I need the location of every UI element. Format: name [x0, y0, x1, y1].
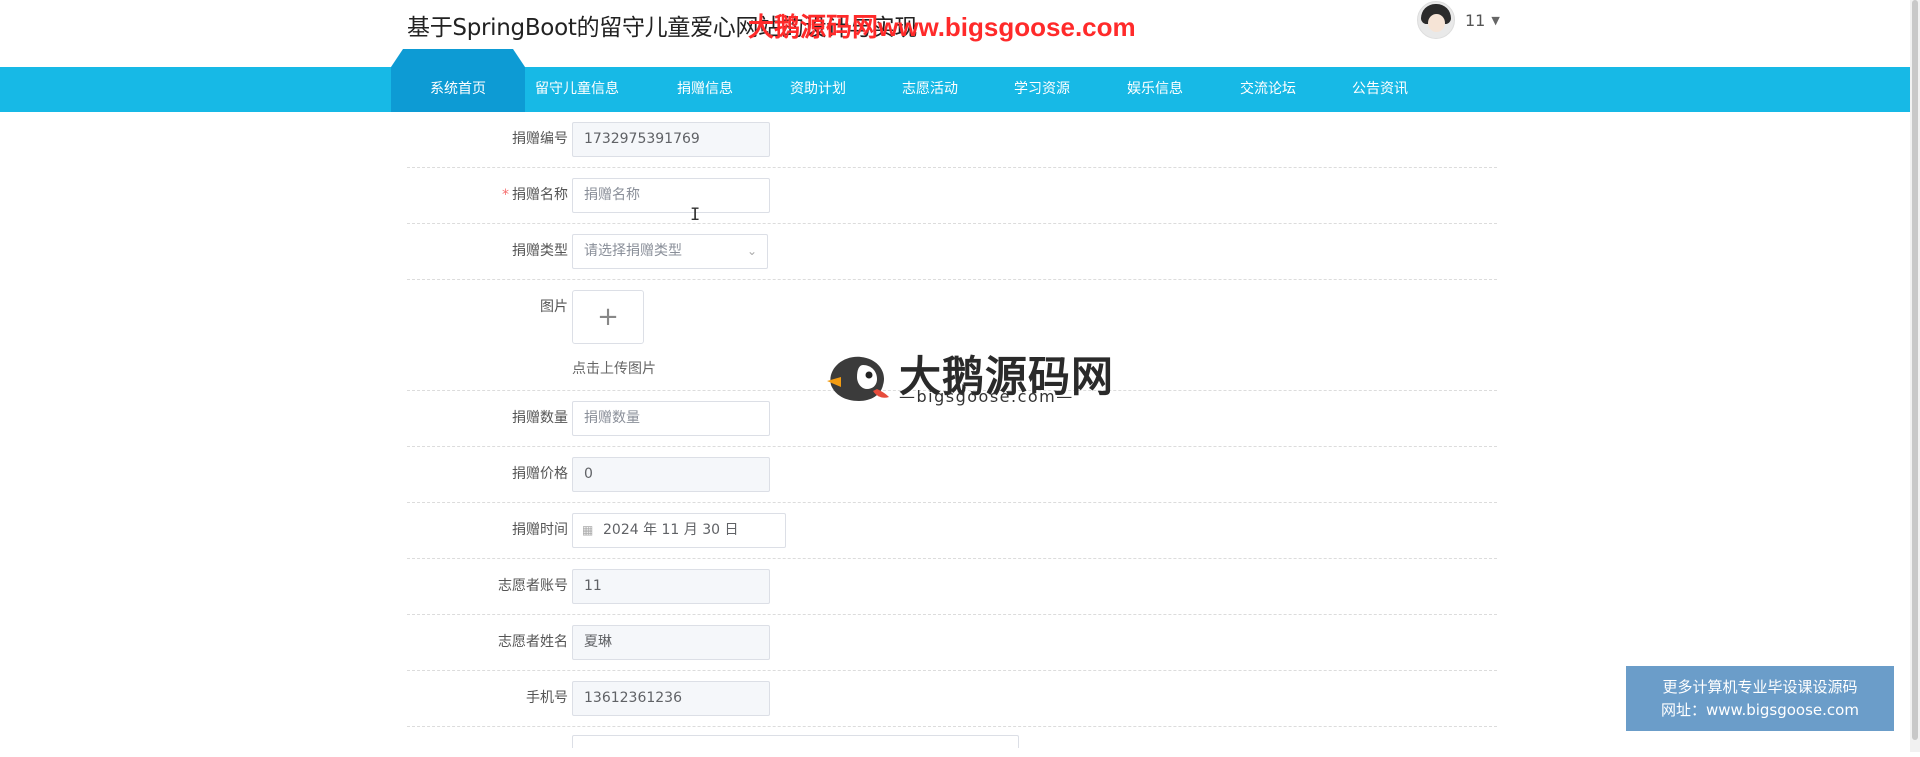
- form-row-donation-time: 捐赠时间 ▦ 2024 年 11 月 30 日: [407, 503, 1497, 559]
- nav-item-home-label[interactable]: 系统首页: [430, 78, 486, 98]
- form-row-next: [407, 727, 1497, 757]
- plus-icon: +: [597, 302, 619, 332]
- donation-time-label: 捐赠时间: [512, 522, 568, 538]
- upload-hint: 点击上传图片: [572, 361, 656, 377]
- vertical-scrollbar[interactable]: [1910, 0, 1920, 752]
- promo-banner-line1: 更多计算机专业毕设课设源码: [1662, 678, 1858, 696]
- volunteer-name-field[interactable]: 夏琳: [572, 625, 770, 660]
- next-field[interactable]: [572, 735, 1019, 748]
- nav-item-home[interactable]: 系统首页: [391, 49, 525, 112]
- required-mark: *: [502, 187, 509, 203]
- nav-item-forum[interactable]: 交流论坛: [1240, 67, 1296, 112]
- nav-item-funding-plan[interactable]: 资助计划: [790, 67, 846, 112]
- form-row-donation-no: 捐赠编号 1732975391769: [407, 112, 1497, 168]
- donation-no-field[interactable]: 1732975391769: [572, 122, 770, 157]
- phone-label: 手机号: [526, 690, 568, 706]
- chevron-down-icon: ⌄: [746, 244, 757, 258]
- text-cursor-icon: I: [690, 205, 701, 225]
- watermark-text: 大鹅源码网www.bigsgoose.com: [748, 12, 1136, 42]
- donation-no-label: 捐赠编号: [512, 131, 568, 147]
- caret-down-icon[interactable]: ▼: [1491, 14, 1499, 27]
- volunteer-account-label: 志愿者账号: [498, 578, 568, 594]
- avatar[interactable]: [1417, 1, 1455, 39]
- nav-item-children-info[interactable]: 留守儿童信息: [535, 67, 619, 112]
- donation-name-input[interactable]: 捐赠名称: [572, 178, 770, 213]
- donation-type-label: 捐赠类型: [512, 243, 568, 259]
- nav-item-entertainment[interactable]: 娱乐信息: [1127, 67, 1183, 112]
- donation-name-label: * 捐赠名称: [502, 187, 568, 203]
- phone-field[interactable]: 13612361236: [572, 681, 770, 716]
- donation-time-picker[interactable]: ▦ 2024 年 11 月 30 日: [572, 513, 786, 548]
- image-upload-button[interactable]: +: [572, 290, 644, 344]
- form-row-donation-name: * 捐赠名称 捐赠名称: [407, 168, 1497, 224]
- donation-qty-label: 捐赠数量: [512, 410, 568, 426]
- volunteer-account-field[interactable]: 11: [572, 569, 770, 604]
- promo-banner: 更多计算机专业毕设课设源码 网址：www.bigsgoose.com: [1626, 666, 1894, 731]
- nav-item-announcements[interactable]: 公告资讯: [1352, 67, 1408, 112]
- volunteer-name-label: 志愿者姓名: [498, 634, 568, 650]
- calendar-icon: ▦: [582, 523, 594, 537]
- main-nav: 系统首页 留守儿童信息 捐赠信息 资助计划 志愿活动 学习资源 娱乐信息 交流论…: [0, 49, 1910, 112]
- donation-price-label: 捐赠价格: [512, 466, 568, 482]
- scrollbar-thumb[interactable]: [1912, 0, 1918, 740]
- goose-logo-icon: [827, 356, 889, 401]
- donation-type-placeholder: 请选择捐赠类型: [584, 243, 682, 259]
- donation-time-value: 2024 年 11 月 30 日: [603, 522, 739, 538]
- username[interactable]: 11: [1465, 11, 1485, 30]
- donation-type-select[interactable]: 请选择捐赠类型 ⌄: [572, 234, 768, 269]
- header: 基于SpringBoot的留守儿童爱心网站的设计与实现 大鹅源码网www.big…: [0, 0, 1910, 67]
- form-row-volunteer-name: 志愿者姓名 夏琳: [407, 615, 1497, 671]
- nav-item-volunteer-activities[interactable]: 志愿活动: [902, 67, 958, 112]
- form-row-donation-price: 捐赠价格 0: [407, 447, 1497, 503]
- donation-form: 捐赠编号 1732975391769 * 捐赠名称 捐赠名称 捐赠类型 请选择捐赠…: [407, 112, 1497, 757]
- nav-item-learning-resources[interactable]: 学习资源: [1014, 67, 1070, 112]
- donation-qty-input[interactable]: 捐赠数量: [572, 401, 770, 436]
- promo-banner-line2: 网址：www.bigsgoose.com: [1661, 701, 1859, 719]
- center-logo-watermark: 大鹅源码网 —bigsgoose.com—: [825, 343, 1113, 407]
- form-row-phone: 手机号 13612361236: [407, 671, 1497, 727]
- user-menu[interactable]: 11 ▼: [1417, 1, 1500, 39]
- image-label: 图片: [540, 299, 568, 315]
- form-row-volunteer-account: 志愿者账号 11: [407, 559, 1497, 615]
- nav-item-donations[interactable]: 捐赠信息: [677, 67, 733, 112]
- form-row-donation-type: 捐赠类型 请选择捐赠类型 ⌄: [407, 224, 1497, 280]
- donation-price-field[interactable]: 0: [572, 457, 770, 492]
- logo-subtitle: —bigsgoose.com—: [899, 387, 1074, 406]
